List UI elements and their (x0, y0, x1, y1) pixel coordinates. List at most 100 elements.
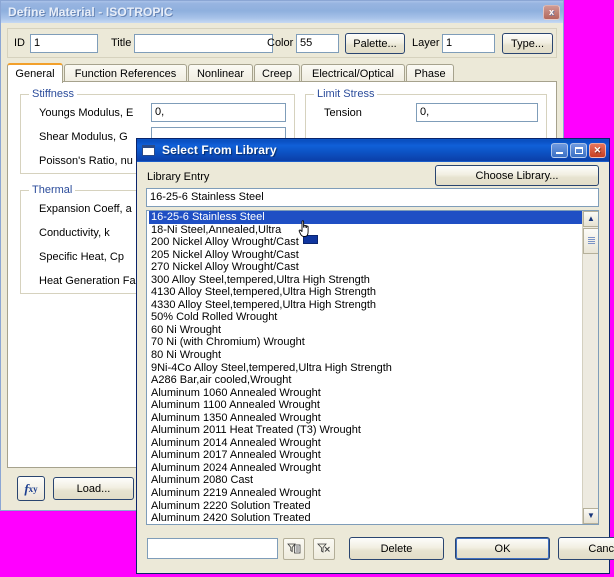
library-list-item[interactable]: Aluminum 2014 Annealed Wrought (149, 437, 582, 450)
scroll-up-button[interactable]: ▲ (583, 211, 599, 227)
define-material-close-button[interactable]: x (543, 5, 560, 20)
tab-electrical-optical-label: Electrical/Optical (312, 68, 394, 80)
library-list-item[interactable]: 9Ni-4Co Alloy Steel,tempered,Ultra High … (149, 362, 582, 375)
define-material-titlebar[interactable]: Define Material - ISOTROPIC x (1, 1, 563, 23)
scrollbar-grip-icon (588, 237, 595, 245)
tab-nonlinear[interactable]: Nonlinear (188, 64, 253, 82)
tab-creep[interactable]: Creep (254, 64, 300, 82)
library-list-scrollbar[interactable]: ▲ ▼ (582, 211, 598, 524)
ok-button[interactable]: OK (455, 537, 550, 560)
library-list-item[interactable]: 270 Nickel Alloy Wrought/Cast (149, 261, 582, 274)
cancel-button[interactable]: Cancel (558, 537, 614, 560)
cursor-drag-badge (303, 235, 318, 244)
scroll-down-button[interactable]: ▼ (583, 508, 599, 524)
library-list-item[interactable]: 60 Ni Wrought (149, 324, 582, 337)
color-label: Color (267, 37, 293, 49)
tab-general[interactable]: General (7, 63, 63, 83)
stiffness-group-title: Stiffness (29, 88, 77, 100)
tab-electrical-optical[interactable]: Electrical/Optical (301, 64, 405, 82)
poissons-ratio-label: Poisson's Ratio, nu (39, 155, 133, 167)
function-button-sub: xy (29, 484, 38, 494)
cancel-button-label: Cancel (588, 543, 614, 555)
library-list-item[interactable]: 18-Ni Steel,Annealed,Ultra (149, 224, 582, 237)
filter-clear-icon (317, 542, 331, 556)
library-list-item[interactable]: Aluminum 1350 Annealed Wrought (149, 412, 582, 425)
library-list-item[interactable]: 80 Ni Wrought (149, 349, 582, 362)
load-button-label: Load... (77, 483, 111, 495)
tab-phase[interactable]: Phase (406, 64, 454, 82)
limit-stress-group-title: Limit Stress (314, 88, 377, 100)
library-list-item[interactable]: 300 Alloy Steel,tempered,Ultra High Stre… (149, 274, 582, 287)
function-editor-button[interactable]: fxy (17, 476, 45, 501)
close-icon: x (549, 7, 554, 17)
id-label: ID (14, 37, 25, 49)
material-tabstrip: General Function References Nonlinear Cr… (7, 63, 557, 82)
define-material-title: Define Material - ISOTROPIC (6, 5, 543, 19)
expansion-coeff-label: Expansion Coeff, a (39, 203, 132, 215)
library-list-item[interactable]: Aluminum 2024 Annealed Wrought (149, 462, 582, 475)
library-list-item[interactable]: Aluminum 2011 Heat Treated (T3) Wrought (149, 424, 582, 437)
palette-button[interactable]: Palette... (345, 33, 405, 54)
library-list-item[interactable]: 4330 Alloy Steel,tempered,Ultra High Str… (149, 299, 582, 312)
library-list-item[interactable]: 200 Nickel Alloy Wrought/Cast (149, 236, 582, 249)
title-input[interactable] (134, 34, 273, 53)
delete-button[interactable]: Delete (349, 537, 444, 560)
library-list-item[interactable]: Aluminum 2220 Solution Treated (149, 500, 582, 513)
library-list-item[interactable]: Aluminum 2420 Solution Treated (149, 512, 582, 524)
maximize-button[interactable] (570, 143, 587, 158)
close-button[interactable]: ✕ (589, 143, 606, 158)
define-material-window-controls: x (543, 5, 560, 20)
maximize-icon (575, 147, 583, 154)
tab-nonlinear-label: Nonlinear (197, 68, 244, 80)
select-library-title: Select From Library (160, 143, 551, 157)
select-from-library-window: Select From Library ✕ Library Entry Choo… (136, 138, 610, 574)
choose-library-button[interactable]: Choose Library... (435, 165, 599, 186)
id-input[interactable]: 1 (30, 34, 98, 53)
library-list-item[interactable]: Aluminum 1060 Annealed Wrought (149, 387, 582, 400)
ok-button-label: OK (495, 543, 511, 555)
specific-heat-label: Specific Heat, Cp (39, 251, 124, 263)
library-list-item[interactable]: Aluminum 1100 Annealed Wrought (149, 399, 582, 412)
type-button[interactable]: Type... (502, 33, 553, 54)
library-list-item[interactable]: Aluminum 2219 Annealed Wrought (149, 487, 582, 500)
library-entry-input[interactable]: 16-25-6 Stainless Steel (146, 188, 599, 207)
layer-input[interactable]: 1 (442, 34, 495, 53)
select-library-titlebar[interactable]: Select From Library ✕ (137, 139, 609, 161)
select-library-window-controls: ✕ (551, 143, 606, 158)
load-button[interactable]: Load... (53, 477, 134, 500)
library-list-item[interactable]: 16-25-6 Stainless Steel (149, 211, 582, 224)
library-list[interactable]: 16-25-6 Stainless Steel18-Ni Steel,Annea… (146, 210, 599, 525)
scrollbar-thumb[interactable] (583, 228, 599, 254)
library-list-items[interactable]: 16-25-6 Stainless Steel18-Ni Steel,Annea… (147, 211, 582, 524)
tab-function-references-label: Function References (75, 68, 177, 80)
filter-input[interactable] (147, 538, 278, 559)
library-list-item[interactable]: 50% Cold Rolled Wrought (149, 311, 582, 324)
library-list-item[interactable]: Aluminum 2080 Cast (149, 474, 582, 487)
palette-button-label: Palette... (353, 38, 396, 50)
library-list-item[interactable]: Aluminum 2017 Annealed Wrought (149, 449, 582, 462)
screen: Define Material - ISOTROPIC x ID 1 Title… (0, 0, 614, 577)
select-library-body: Library Entry Choose Library... 16-25-6 … (137, 161, 609, 573)
window-icon (142, 145, 155, 156)
shear-modulus-label: Shear Modulus, G (39, 131, 128, 143)
select-library-footer: Delete OK Cancel (137, 527, 609, 573)
title-label: Title (111, 37, 131, 49)
library-list-item[interactable]: 4130 Alloy Steel,tempered,Ultra High Str… (149, 286, 582, 299)
color-input[interactable]: 55 (296, 34, 339, 53)
library-list-item[interactable]: A286 Bar,air cooled,Wrought (149, 374, 582, 387)
library-list-item[interactable]: 70 Ni (with Chromium) Wrought (149, 336, 582, 349)
youngs-modulus-input[interactable]: 0, (151, 103, 286, 122)
tab-function-references[interactable]: Function References (64, 64, 187, 82)
tension-label: Tension (324, 107, 362, 119)
tab-creep-label: Creep (262, 68, 292, 80)
minimize-button[interactable] (551, 143, 568, 158)
type-button-label: Type... (511, 38, 544, 50)
tension-input[interactable]: 0, (416, 103, 538, 122)
filter-clear-button[interactable] (313, 538, 335, 560)
library-list-item[interactable]: 205 Nickel Alloy Wrought/Cast (149, 249, 582, 262)
tab-phase-label: Phase (414, 68, 445, 80)
tab-general-label: General (15, 68, 54, 80)
filter-apply-button[interactable] (283, 538, 305, 560)
thermal-group-title: Thermal (29, 184, 75, 196)
minimize-icon (556, 152, 563, 154)
